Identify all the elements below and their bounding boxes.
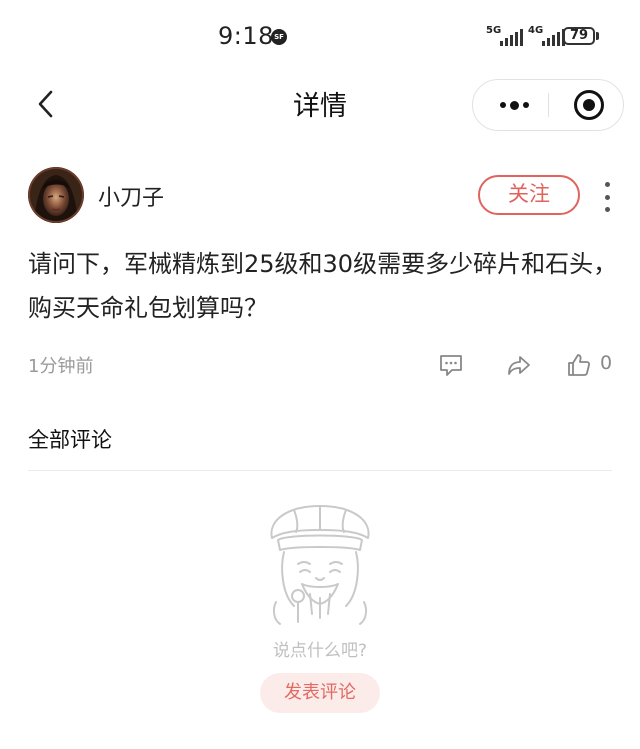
like-count: 0 bbox=[600, 352, 613, 374]
capsule-divider bbox=[548, 93, 549, 117]
more-vertical-icon[interactable] bbox=[601, 182, 613, 212]
avatar[interactable] bbox=[28, 167, 84, 223]
post-comment-button[interactable]: 发表评论 bbox=[260, 673, 380, 713]
share-icon[interactable] bbox=[506, 352, 532, 378]
more-dots-icon[interactable] bbox=[496, 93, 532, 117]
signal-5g-label: 5G bbox=[486, 25, 502, 36]
post-text: 请问下，军械精炼到25级和30级需要多少碎片和石头，购买天命礼包划算吗？ bbox=[28, 250, 618, 322]
thumbs-up-icon[interactable] bbox=[566, 352, 592, 378]
divider bbox=[28, 470, 612, 471]
sf-badge-icon: SF bbox=[271, 29, 287, 45]
username[interactable]: 小刀子 bbox=[98, 180, 164, 212]
signal-4g-label: 4G bbox=[528, 25, 544, 36]
battery-tip bbox=[596, 32, 599, 40]
battery-icon: 79 bbox=[563, 27, 595, 45]
post-time: 1分钟前 bbox=[28, 356, 94, 377]
comments-section-title: 全部评论 bbox=[28, 428, 112, 452]
comment-icon[interactable] bbox=[438, 352, 464, 378]
empty-comments-illustration bbox=[270, 505, 370, 625]
empty-state-text: 说点什么吧? bbox=[272, 641, 368, 661]
status-time: 9:18 bbox=[218, 22, 274, 50]
follow-button[interactable]: 关注 bbox=[478, 175, 580, 215]
target-icon[interactable] bbox=[574, 90, 604, 120]
